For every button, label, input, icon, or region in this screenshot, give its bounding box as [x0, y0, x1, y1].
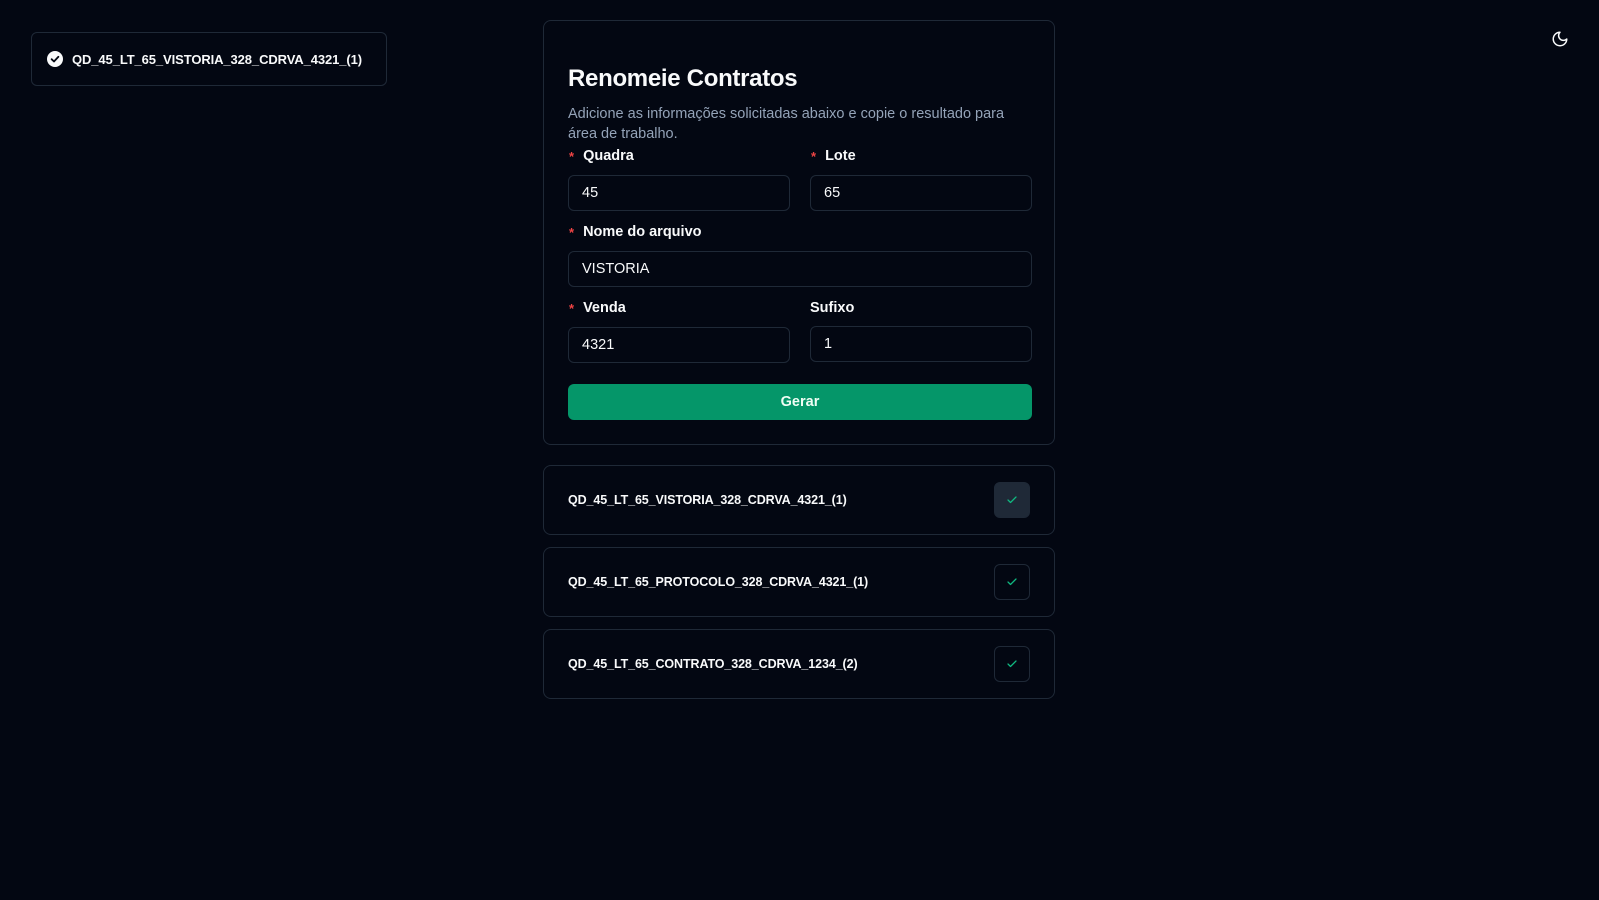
venda-label: Venda [583, 300, 626, 316]
result-filename: QD_45_LT_65_PROTOCOLO_328_CDRVA_4321_(1) [568, 575, 869, 589]
venda-field: * Venda [568, 298, 790, 363]
copy-button[interactable] [994, 482, 1030, 518]
copy-button[interactable] [994, 646, 1030, 682]
lote-input[interactable] [810, 175, 1032, 211]
moon-icon [1551, 30, 1569, 48]
required-marker: * [569, 300, 575, 316]
lote-field: * Lote [810, 146, 1032, 211]
lote-label: Lote [825, 148, 856, 164]
check-icon [1006, 658, 1018, 670]
result-item: QD_45_LT_65_VISTORIA_328_CDRVA_4321_(1) [543, 465, 1055, 535]
sufixo-input[interactable] [810, 326, 1032, 362]
venda-input[interactable] [568, 327, 790, 363]
rename-form-card: Renomeie Contratos Adicione as informaçõ… [543, 20, 1055, 445]
nome-arquivo-label: Nome do arquivo [583, 224, 702, 240]
nome-arquivo-input[interactable] [568, 251, 1032, 287]
check-icon [1006, 576, 1018, 588]
required-marker: * [811, 148, 817, 164]
nome-arquivo-field: * Nome do arquivo [568, 222, 1032, 287]
page-title: Renomeie Contratos [568, 65, 798, 92]
sufixo-field: Sufixo [810, 298, 1032, 362]
required-marker: * [569, 224, 575, 240]
result-filename: QD_45_LT_65_CONTRATO_328_CDRVA_1234_(2) [568, 657, 858, 671]
result-filename: QD_45_LT_65_VISTORIA_328_CDRVA_4321_(1) [568, 493, 847, 507]
quadra-input[interactable] [568, 175, 790, 211]
result-item: QD_45_LT_65_CONTRATO_328_CDRVA_1234_(2) [543, 629, 1055, 699]
required-marker: * [569, 148, 575, 164]
copy-button[interactable] [994, 564, 1030, 600]
quadra-label: Quadra [583, 148, 634, 164]
check-icon [1006, 494, 1018, 506]
result-item: QD_45_LT_65_PROTOCOLO_328_CDRVA_4321_(1) [543, 547, 1055, 617]
theme-toggle-button[interactable] [1547, 26, 1573, 52]
toast-notification: QD_45_LT_65_VISTORIA_328_CDRVA_4321_(1) [31, 32, 387, 86]
check-circle-icon [47, 51, 63, 67]
gerar-button[interactable]: Gerar [568, 384, 1032, 420]
sufixo-label: Sufixo [810, 300, 855, 316]
quadra-field: * Quadra [568, 146, 790, 211]
toast-message: QD_45_LT_65_VISTORIA_328_CDRVA_4321_(1) [72, 51, 362, 67]
page-description: Adicione as informações solicitadas abai… [568, 106, 1005, 142]
